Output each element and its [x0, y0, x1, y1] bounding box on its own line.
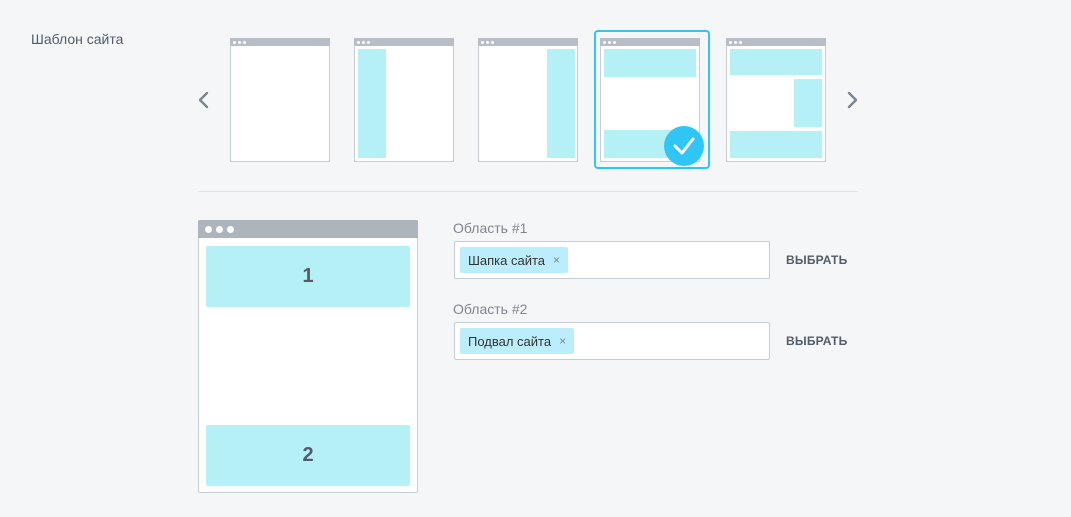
area-2-select-button[interactable]: ВЫБРАТЬ	[786, 334, 847, 348]
layout-preview: 1 2	[198, 220, 418, 493]
template-right-sidebar[interactable]	[472, 30, 588, 169]
preview-area-1: 1	[206, 246, 410, 307]
area-1-field[interactable]: Шапка сайта ×	[454, 241, 770, 279]
template-empty[interactable]	[224, 30, 340, 169]
area-2-label: Область #2	[453, 301, 528, 317]
template-thumbnail	[354, 38, 454, 162]
close-icon[interactable]: ×	[553, 254, 560, 266]
selected-badge	[664, 126, 704, 166]
divider	[198, 191, 858, 192]
template-left-sidebar[interactable]	[348, 30, 464, 169]
section-label: Шаблон сайта	[31, 31, 124, 47]
footer-block	[730, 131, 822, 158]
template-header-footer[interactable]	[594, 30, 710, 169]
template-header-right-footer[interactable]	[720, 30, 836, 169]
area-1-tag: Шапка сайта ×	[460, 247, 569, 273]
template-thumbnail	[726, 38, 826, 162]
close-icon[interactable]: ×	[559, 335, 566, 347]
tag-label: Шапка сайта	[468, 252, 546, 268]
carousel-prev-button[interactable]	[196, 90, 212, 110]
window-bar	[726, 38, 826, 46]
chevron-right-icon	[844, 90, 860, 110]
site-template-panel: Шаблон сайта 1 2 Область #1 Шапка сайта …	[0, 0, 1071, 517]
area-1-label: Область #1	[453, 220, 528, 236]
header-block	[730, 49, 822, 75]
header-block	[604, 49, 696, 77]
area-1-select-button[interactable]: ВЫБРАТЬ	[786, 253, 847, 267]
template-thumbnail	[230, 38, 330, 162]
window-bar	[230, 38, 330, 46]
tag-label: Подвал сайта	[468, 333, 552, 349]
preview-area-2: 2	[206, 425, 410, 486]
sidebar-block	[358, 49, 386, 158]
chevron-left-icon	[196, 90, 212, 110]
window-bar	[198, 220, 418, 238]
window-bar	[478, 38, 578, 46]
sidebar-block	[794, 79, 822, 127]
carousel-next-button[interactable]	[844, 90, 860, 110]
window-bar	[354, 38, 454, 46]
sidebar-block	[547, 49, 575, 158]
area-2-tag: Подвал сайта ×	[460, 328, 575, 354]
area-2-field[interactable]: Подвал сайта ×	[454, 322, 770, 360]
template-thumbnail	[478, 38, 578, 162]
window-bar	[600, 38, 700, 46]
